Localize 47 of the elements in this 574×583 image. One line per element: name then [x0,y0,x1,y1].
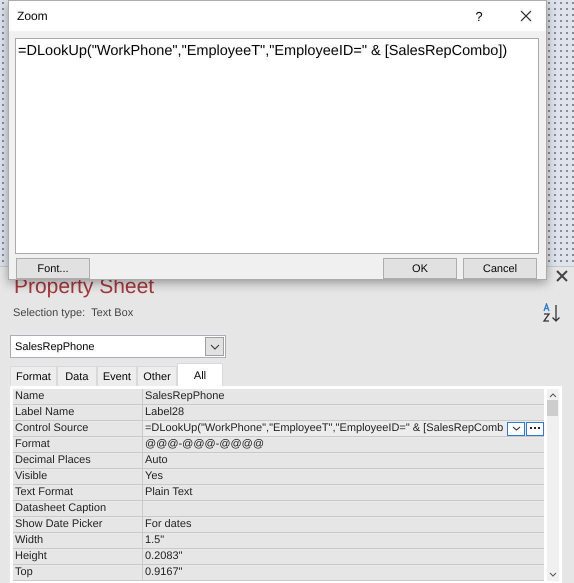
property-value: SalesRepPhone [144,389,225,404]
property-value: 0.9167" [144,565,183,580]
property-row[interactable]: Decimal Places Auto [13,453,544,469]
property-value: Yes [144,469,163,484]
sort-icon[interactable] [542,303,562,323]
builder-button[interactable] [526,422,544,436]
sheet-tab[interactable]: Format [10,366,57,386]
scroll-thumb[interactable] [547,400,558,416]
property-value: Plain Text [144,485,192,500]
property-value: For dates [144,517,192,532]
property-row[interactable]: Label Name Label28 [13,405,544,421]
dialog-button[interactable]: OK [383,258,457,279]
property-row[interactable]: Text Format Plain Text [13,485,544,501]
close-icon [520,10,532,22]
property-row[interactable]: Name SalesRepPhone [13,389,544,405]
object-select[interactable]: SalesRepPhone [10,335,226,358]
property-row[interactable]: Control Source =DLookUp("WorkPhone","EmployeeT","EmployeeID=" & [SalesRepComb [13,421,544,437]
property-row[interactable]: Format @@@-@@@-@@@@ [13,437,544,453]
scrollbar[interactable] [547,389,559,581]
chevron-down-icon [512,426,520,431]
property-row[interactable]: Height 0.2083" [13,549,544,565]
sheet-tab[interactable]: Event [96,366,137,386]
sheet-tab[interactable]: Other [136,366,177,386]
close-icon[interactable] [556,270,568,282]
expression-field[interactable]: =DLookUp("WorkPhone","EmployeeT","EmployeeID=" & [SalesRepCombo]) [15,38,539,254]
property-row[interactable]: Top 0.9167" [13,565,544,581]
chevron-down-icon [549,572,557,577]
property-row[interactable]: Visible Yes [13,469,544,485]
property-row[interactable]: Datasheet Caption [13,501,544,517]
help-button[interactable]: ? [464,8,494,24]
property-value: Label28 [144,405,184,420]
selection-type-text: Selection type: Text Box [13,307,134,319]
chevron-down-icon [210,344,220,350]
dialog-button[interactable]: Font... [16,258,90,279]
property-value: @@@-@@@-@@@@ [144,437,264,452]
sheet-tab[interactable]: All [176,363,223,387]
dialog-button[interactable]: Cancel [463,258,537,279]
property-value: 1.5" [144,533,164,548]
property-row[interactable]: Show Date Picker For dates [13,517,544,533]
more-icon [530,427,540,430]
dialog-title: Zoom [17,9,49,23]
property-value: 0.2083" [144,549,183,564]
sheet-tab[interactable]: Data [56,366,97,386]
property-value: Auto [144,453,168,468]
chevron-up-icon [549,393,557,398]
dropdown-button[interactable] [507,422,525,436]
property-row[interactable]: Width 1.5" [13,533,544,549]
